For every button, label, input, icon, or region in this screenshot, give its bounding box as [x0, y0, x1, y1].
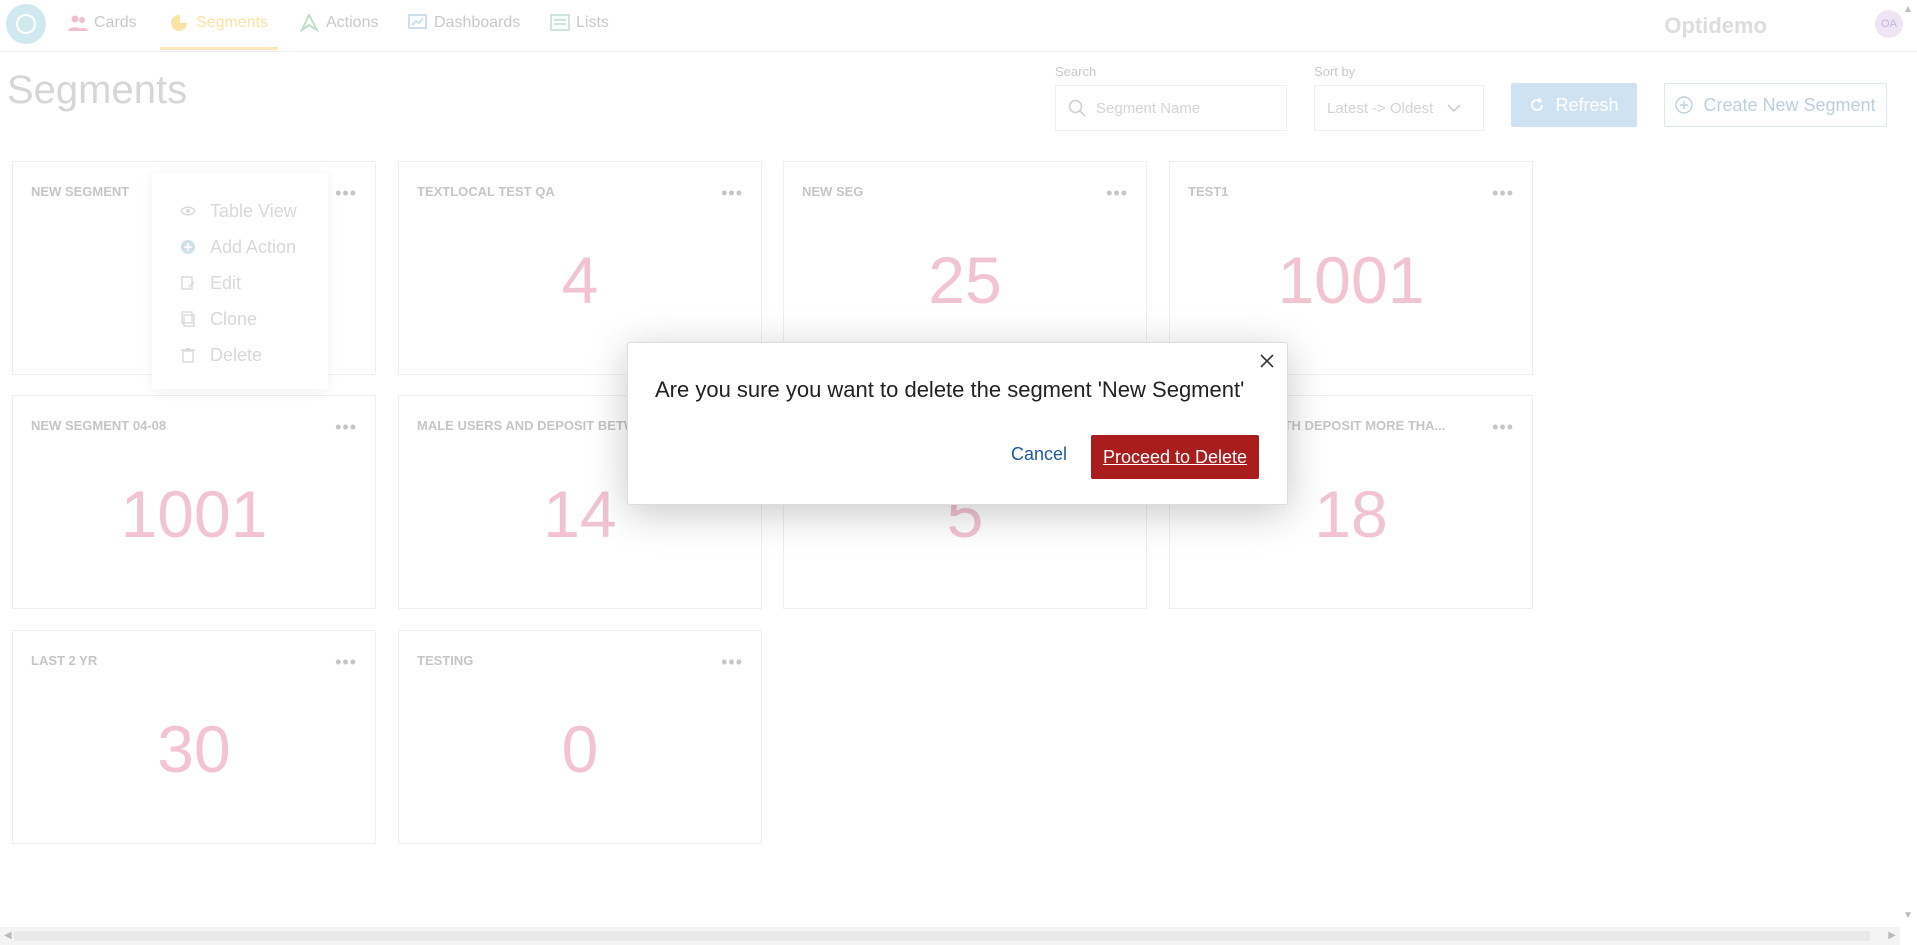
- horizontal-scrollbar[interactable]: ◀ ▶: [0, 927, 1900, 945]
- scroll-up-icon[interactable]: ▲: [1903, 4, 1913, 15]
- proceed-to-delete-button[interactable]: Proceed to Delete: [1091, 435, 1259, 479]
- dialog-message: Are you sure you want to delete the segm…: [655, 377, 1245, 402]
- scroll-left-icon[interactable]: ◀: [4, 930, 12, 941]
- scroll-right-icon[interactable]: ▶: [1888, 930, 1896, 941]
- cancel-button[interactable]: Cancel: [1011, 444, 1067, 465]
- scrollbar-thumb[interactable]: [14, 931, 1870, 941]
- scroll-down-icon[interactable]: ▼: [1903, 910, 1913, 921]
- segments-page: Cards Segments Actions Dashboards Lists …: [0, 0, 1917, 945]
- close-icon[interactable]: [1257, 351, 1277, 371]
- delete-confirm-dialog: Are you sure you want to delete the segm…: [627, 342, 1288, 505]
